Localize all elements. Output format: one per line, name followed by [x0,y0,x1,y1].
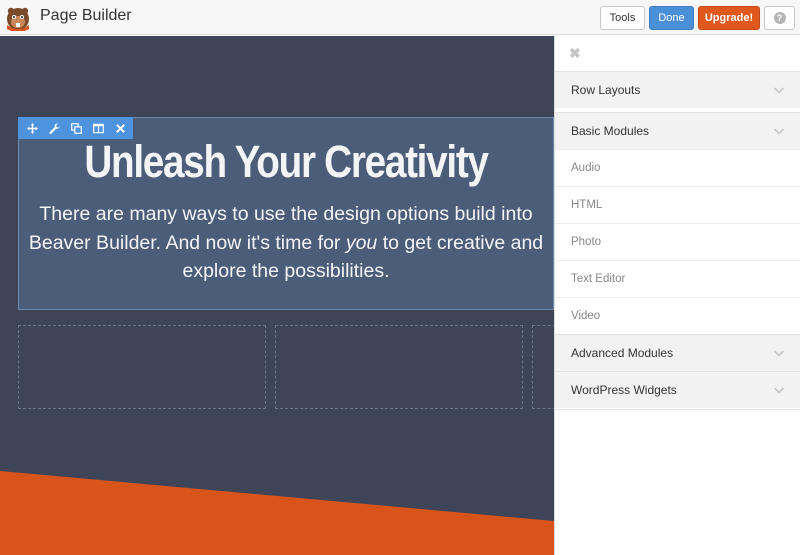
body-text-emphasis: you [345,231,378,254]
divider [555,409,800,410]
section-label: Row Layouts [571,83,641,97]
done-button[interactable]: Done [649,6,694,30]
empty-column-slot[interactable] [18,325,266,409]
module-label: HTML [571,199,603,211]
hero-body-text: There are many ways to use the design op… [18,200,554,286]
sidebar-close-icon[interactable]: ✖ [569,46,581,60]
hero-headline: Unleash Your Creativity [84,136,489,187]
chevron-down-icon [773,128,785,135]
wrench-icon[interactable] [46,120,62,136]
help-button[interactable]: ? [764,6,795,30]
module-html[interactable]: HTML [555,186,800,223]
empty-column-slot[interactable] [275,325,523,409]
chevron-down-icon [773,87,785,94]
chevron-down-icon [773,350,785,357]
section-label: Basic Modules [571,124,650,138]
move-icon[interactable] [24,120,40,136]
copy-icon[interactable] [68,120,84,136]
help-icon: ? [773,12,786,24]
modules-sidebar: ✖ Row Layouts Basic Modules Audio HTML P… [554,36,800,555]
module-label: Text Editor [571,273,626,285]
module-video[interactable]: Video [555,297,800,334]
section-wordpress-widgets[interactable]: WordPress Widgets [555,371,800,408]
top-bar: Page Builder Tools Done Upgrade! ? [0,0,800,35]
module-label: Video [571,310,601,322]
module-text-editor[interactable]: Text Editor [555,260,800,297]
chevron-down-icon [773,387,785,394]
section-label: WordPress Widgets [571,383,677,397]
app-title: Page Builder [40,7,132,24]
empty-column-slot[interactable] [532,325,554,409]
module-audio[interactable]: Audio [555,149,800,186]
columns-icon[interactable] [90,120,106,136]
module-label: Photo [571,236,602,248]
close-icon[interactable] [112,120,128,136]
section-advanced-modules[interactable]: Advanced Modules [555,334,800,371]
upgrade-button[interactable]: Upgrade! [698,6,760,30]
section-basic-modules[interactable]: Basic Modules [555,112,800,149]
beaver-logo-icon [5,5,31,32]
module-photo[interactable]: Photo [555,223,800,260]
section-label: Advanced Modules [571,346,674,360]
section-row-layouts[interactable]: Row Layouts [555,71,800,108]
tools-button[interactable]: Tools [600,6,645,30]
page-canvas: Unleash Your Creativity There are many w… [0,36,554,555]
module-label: Audio [571,162,601,174]
